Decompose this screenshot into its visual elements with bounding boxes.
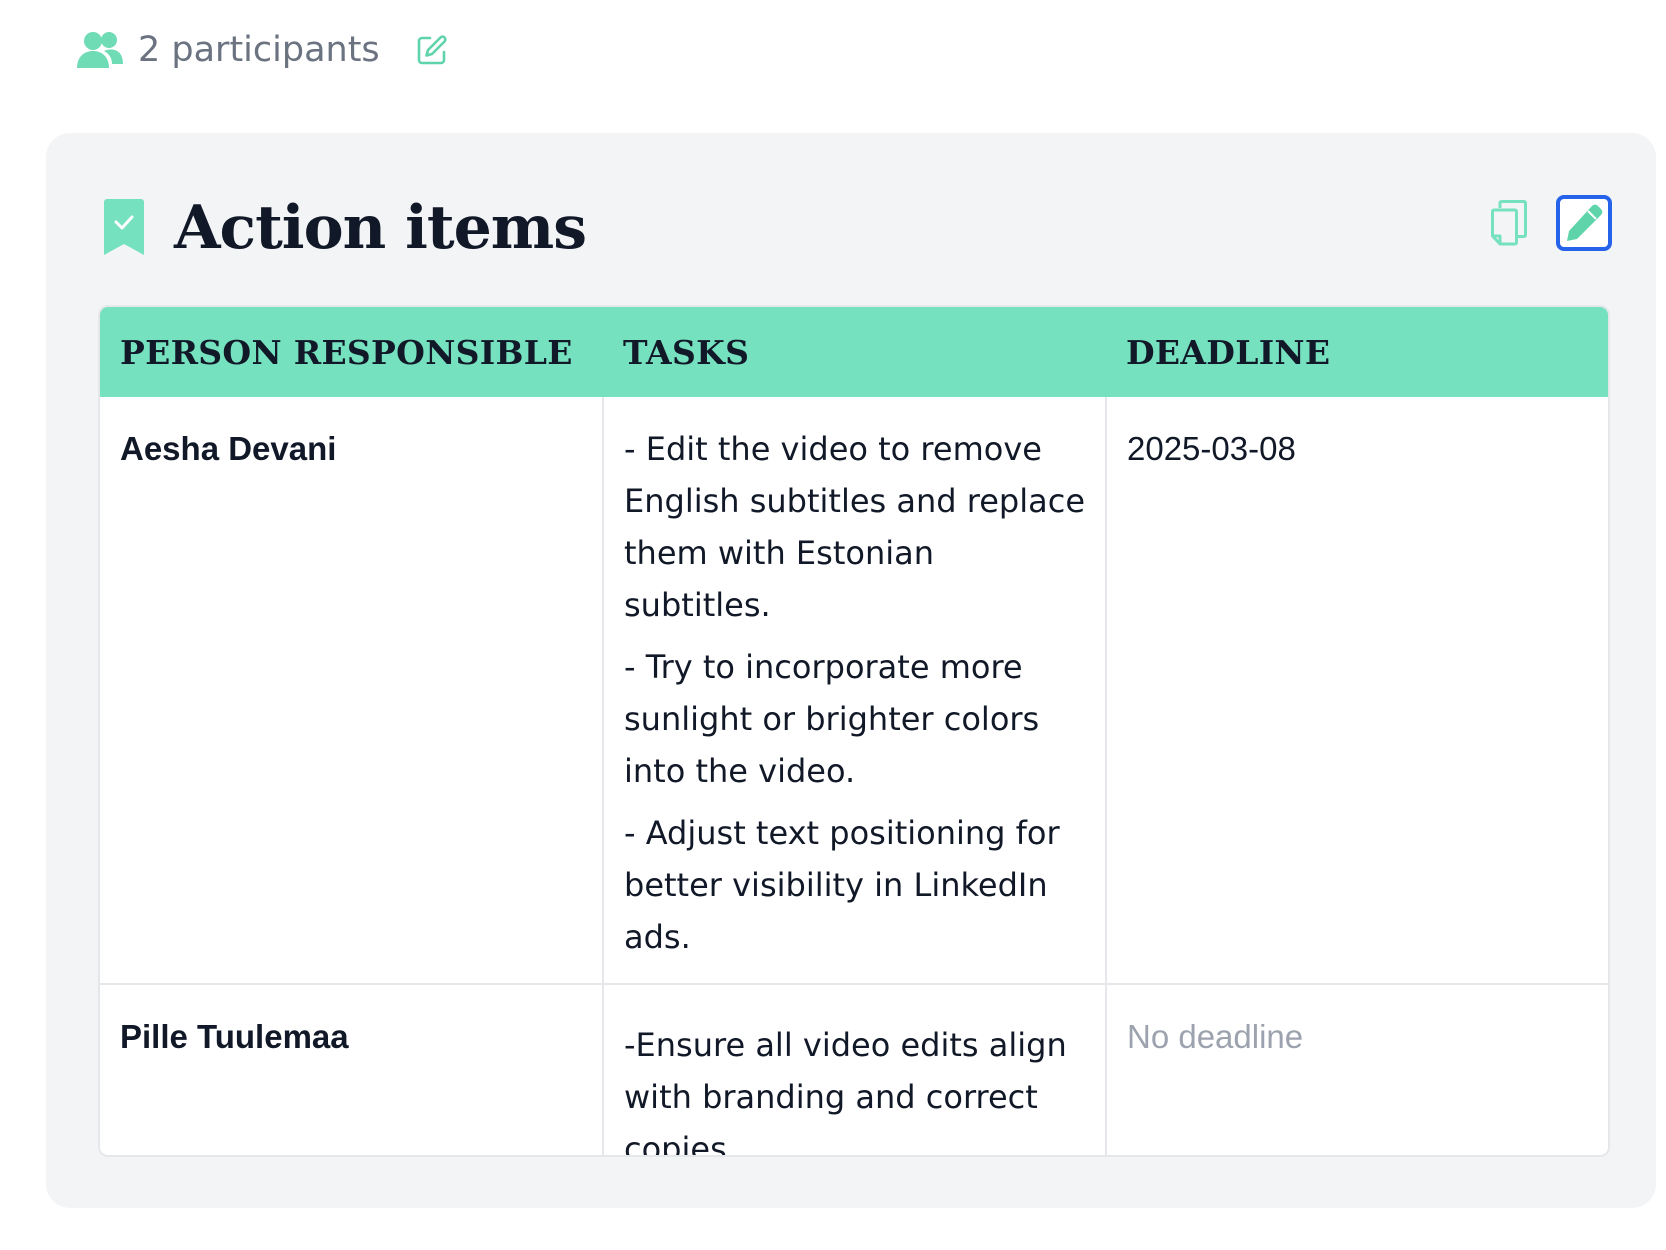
copy-icon[interactable] bbox=[1490, 200, 1528, 246]
column-header-person: PERSON RESPONSIBLE bbox=[120, 332, 573, 372]
action-items-panel: Action items PERSON RESPONSIBLE TASKS DE… bbox=[46, 133, 1656, 1208]
participants-bar: 2 participants bbox=[76, 30, 448, 70]
table-row: Pille Tuulemaa -Ensure all video edits a… bbox=[100, 984, 1608, 1157]
people-icon bbox=[76, 31, 124, 69]
deadline-cell: No deadline bbox=[1127, 1018, 1304, 1055]
participants-count: 2 participants bbox=[138, 30, 380, 70]
edit-participants-icon[interactable] bbox=[416, 34, 448, 66]
task-item: - Try to incorporate more sunlight or br… bbox=[624, 648, 1040, 790]
task-item: -Ensure all video edits align with brand… bbox=[624, 1026, 1067, 1157]
person-cell: Pille Tuulemaa bbox=[100, 984, 604, 1155]
action-items-table: PERSON RESPONSIBLE TASKS DEADLINE Aesha … bbox=[98, 305, 1610, 1157]
action-items-header: Action items bbox=[102, 193, 587, 263]
table-header-row: PERSON RESPONSIBLE TASKS DEADLINE bbox=[100, 307, 1608, 397]
tasks-cell: -Ensure all video edits align with brand… bbox=[603, 984, 1107, 1157]
table-row: Aesha Devani - Edit the video to remove … bbox=[100, 397, 1608, 985]
tasks-cell: - Edit the video to remove English subti… bbox=[603, 397, 1107, 985]
task-item: - Edit the video to remove English subti… bbox=[624, 430, 1085, 624]
edit-button[interactable] bbox=[1556, 195, 1612, 251]
person-cell: Aesha Devani bbox=[100, 397, 604, 985]
action-items-title: Action items bbox=[174, 193, 587, 263]
deadline-cell: 2025-03-08 bbox=[1106, 397, 1608, 985]
task-item: - Adjust text positioning for better vis… bbox=[624, 814, 1060, 956]
bookmark-check-icon bbox=[102, 199, 146, 257]
column-header-deadline: DEADLINE bbox=[1126, 332, 1331, 372]
header-actions bbox=[1490, 195, 1612, 251]
column-header-tasks: TASKS bbox=[623, 332, 750, 372]
